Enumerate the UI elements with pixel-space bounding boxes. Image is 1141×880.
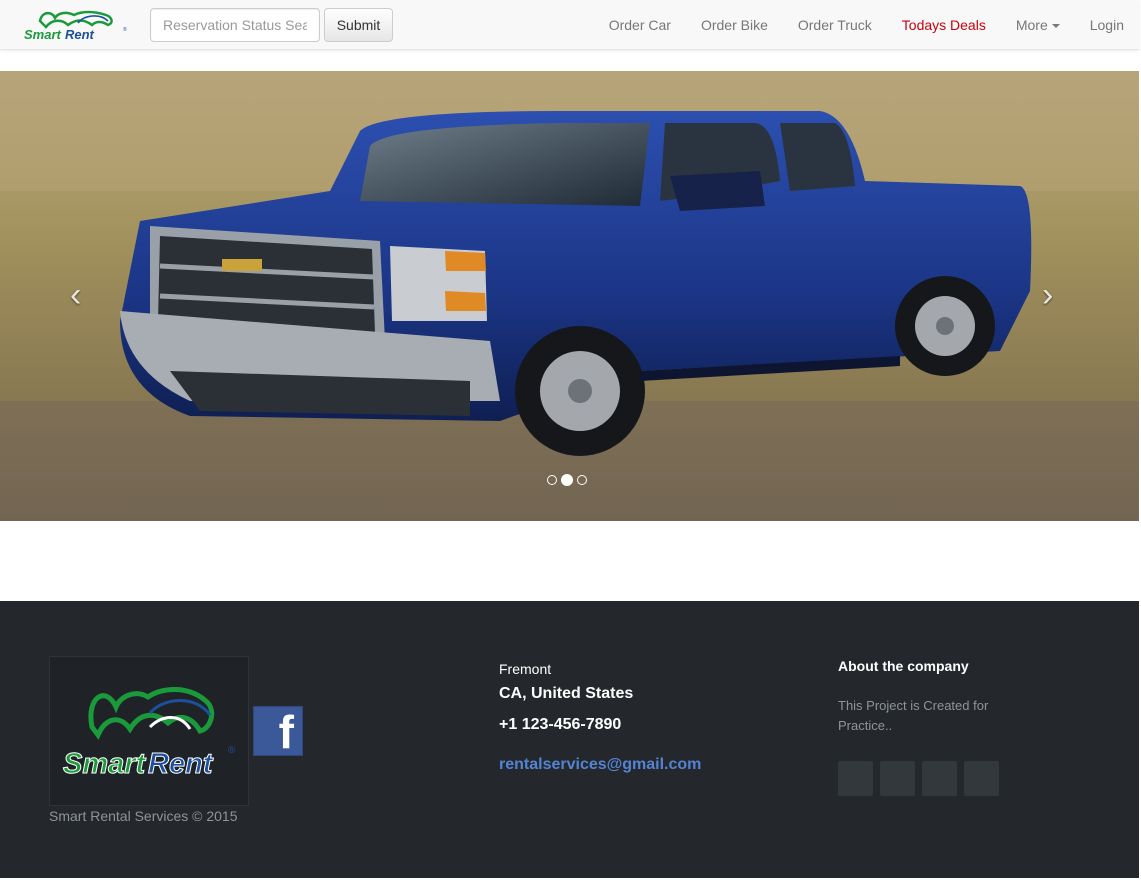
copyright-text: Smart Rental Services © 2015 xyxy=(49,808,238,824)
carousel-next-icon[interactable]: › xyxy=(1042,276,1053,315)
phone-number: +1 123-456-7890 xyxy=(499,716,622,733)
social-icon-3[interactable] xyxy=(922,761,957,796)
submit-button[interactable]: Submit xyxy=(324,8,393,42)
social-icon-2[interactable] xyxy=(880,761,915,796)
svg-text:®: ® xyxy=(123,26,127,33)
smartrent-footer-logo: Smart Rent ® xyxy=(63,686,236,781)
facebook-glyph: f xyxy=(278,706,294,758)
about-heading: About the company xyxy=(838,658,969,674)
social-icon-4[interactable] xyxy=(964,761,999,796)
address-state: CA, United States xyxy=(499,685,634,702)
nav-login[interactable]: Login xyxy=(1075,0,1139,50)
carousel-indicator-2[interactable] xyxy=(561,474,573,486)
email-link[interactable]: rentalservices@gmail.com xyxy=(499,756,701,774)
carousel-prev-icon[interactable]: ‹ xyxy=(70,276,81,315)
facebook-icon[interactable]: f xyxy=(253,706,303,758)
svg-text:Smart: Smart xyxy=(63,748,147,780)
svg-text:Rent: Rent xyxy=(65,27,95,42)
svg-text:®: ® xyxy=(228,745,236,756)
social-icons xyxy=(838,761,999,796)
smartrent-logo[interactable]: Smart Rent ® xyxy=(22,7,128,43)
social-icon-1[interactable] xyxy=(838,761,873,796)
about-text: This Project is Created for Practice.. xyxy=(838,698,989,733)
carousel-indicator-3[interactable] xyxy=(577,475,587,485)
svg-text:Rent: Rent xyxy=(148,748,214,780)
svg-text:Smart: Smart xyxy=(24,27,62,42)
address-city: Fremont xyxy=(499,661,552,677)
carousel-indicators xyxy=(547,474,587,486)
reservation-search-input[interactable] xyxy=(150,8,320,42)
hero-carousel[interactable]: ‹ › xyxy=(0,71,1139,521)
navbar: Smart Rent ® Submit Order Car Order Bike… xyxy=(0,0,1139,50)
nav-todays-deals[interactable]: Todays Deals xyxy=(887,0,1001,50)
nav-order-car[interactable]: Order Car xyxy=(594,0,686,50)
footer: Smart Rent ® f Smart Rental Services © 2… xyxy=(0,601,1139,878)
footer-logo: Smart Rent ® xyxy=(49,656,249,806)
carousel-indicator-1[interactable] xyxy=(547,475,557,485)
nav-order-bike[interactable]: Order Bike xyxy=(686,0,783,50)
main-nav: Order Car Order Bike Order Truck Todays … xyxy=(594,0,1139,50)
caret-down-icon xyxy=(1051,24,1060,29)
nav-more-label: More xyxy=(1015,17,1048,33)
carousel-slide-truck-image xyxy=(0,71,1139,521)
nav-more-dropdown[interactable]: More xyxy=(1001,0,1075,50)
nav-order-truck[interactable]: Order Truck xyxy=(783,0,887,50)
